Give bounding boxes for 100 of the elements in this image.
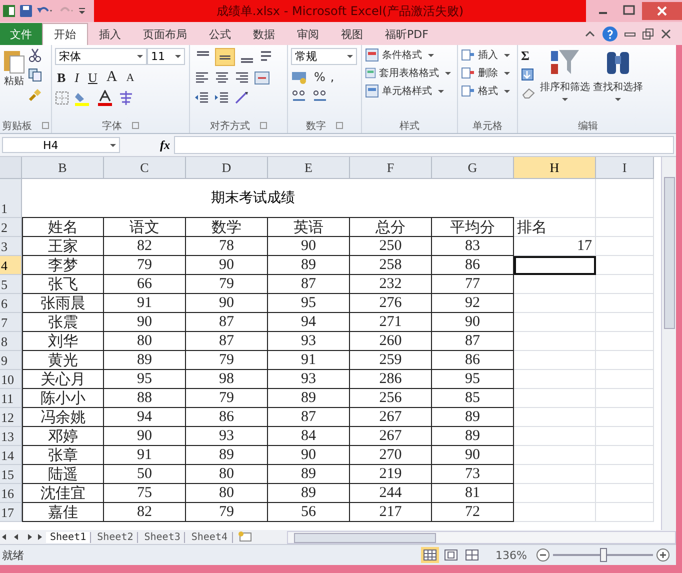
table-cell[interactable]	[596, 179, 654, 218]
column-header[interactable]: G	[432, 157, 514, 179]
table-cell[interactable]: 17	[514, 237, 596, 256]
restore-icon[interactable]	[642, 28, 654, 40]
row-header[interactable]: 10	[0, 370, 22, 389]
table-cell[interactable]: 总分	[350, 218, 432, 237]
table-cell[interactable]	[596, 275, 654, 294]
format-button[interactable]: I	[72, 70, 82, 86]
table-cell[interactable]: 80	[186, 465, 268, 484]
zoom-level[interactable]: 136%	[496, 548, 527, 562]
table-cell[interactable]	[596, 256, 654, 275]
column-header[interactable]: H	[514, 157, 596, 179]
eraser-icon[interactable]	[521, 86, 537, 100]
table-cell[interactable]: 95	[432, 370, 514, 389]
table-cell[interactable]: 邓婷	[22, 427, 104, 446]
brush-icon[interactable]	[28, 88, 42, 102]
table-cell[interactable]: 语文	[104, 218, 186, 237]
horizontal-scrollbar[interactable]	[286, 530, 676, 544]
cells-menu-button[interactable]: 删除	[461, 66, 514, 80]
ribbon-tab[interactable]: 审阅	[286, 24, 330, 45]
table-cell[interactable]: 姓名	[22, 218, 104, 237]
column-header[interactable]: C	[104, 157, 186, 179]
table-cell[interactable]: 79	[104, 256, 186, 275]
border-icon[interactable]	[55, 91, 69, 105]
column-header[interactable]: I	[596, 157, 654, 179]
table-cell[interactable]: 82	[104, 237, 186, 256]
sheet-navigation-icon[interactable]	[0, 532, 44, 542]
table-cell[interactable]: 73	[432, 465, 514, 484]
number-format-field[interactable]: 常规	[291, 48, 357, 65]
comma-button[interactable]: ,	[330, 70, 334, 84]
table-cell[interactable]: 89	[268, 465, 350, 484]
table-cell[interactable]: 81	[432, 484, 514, 503]
table-cell[interactable]: 冯余姚	[22, 408, 104, 427]
paste-button[interactable]: 粘贴	[3, 48, 25, 88]
table-cell[interactable]: 80	[186, 484, 268, 503]
table-cell[interactable]: 84	[268, 427, 350, 446]
excel-logo-icon[interactable]	[2, 4, 16, 18]
table-cell[interactable]: 90	[432, 446, 514, 465]
formula-input[interactable]	[174, 136, 674, 154]
table-cell[interactable]: 黄光	[22, 351, 104, 370]
close-icon[interactable]	[660, 28, 672, 40]
table-cell[interactable]	[596, 351, 654, 370]
row-header[interactable]: 15	[0, 465, 22, 484]
table-cell[interactable]: 关心月	[22, 370, 104, 389]
row-header[interactable]: 8	[0, 332, 22, 351]
page-break-icon[interactable]	[462, 547, 481, 563]
table-cell[interactable]: 86	[186, 408, 268, 427]
table-cell[interactable]: 91	[104, 446, 186, 465]
table-cell[interactable]: 张章	[22, 446, 104, 465]
table-cell[interactable]: 259	[350, 351, 432, 370]
table-cell[interactable]: 89	[104, 351, 186, 370]
save-icon[interactable]	[19, 4, 33, 18]
table-cell[interactable]: 90	[268, 446, 350, 465]
table-cell[interactable]: 93	[268, 370, 350, 389]
table-cell[interactable]	[596, 313, 654, 332]
row-header[interactable]: 4	[0, 256, 22, 275]
table-cell[interactable]: 270	[350, 446, 432, 465]
row-header[interactable]: 6	[0, 294, 22, 313]
table-cell[interactable]: 94	[268, 313, 350, 332]
insert-function-button[interactable]: fx	[160, 138, 170, 152]
font-color-icon[interactable]	[97, 90, 113, 106]
column-header[interactable]: E	[268, 157, 350, 179]
table-cell[interactable]: 260	[350, 332, 432, 351]
ribbon-tab[interactable]: 页面布局	[132, 24, 198, 45]
editing-button[interactable]: 排序和筛选	[540, 48, 590, 101]
table-cell[interactable]: 89	[268, 256, 350, 275]
row-header[interactable]: 17	[0, 503, 22, 522]
table-cell[interactable]	[596, 503, 654, 522]
ribbon-tab[interactable]: 数据	[242, 24, 286, 45]
scissors-icon[interactable]	[28, 48, 42, 62]
table-cell[interactable]: 87	[432, 332, 514, 351]
table-cell[interactable]: 286	[350, 370, 432, 389]
table-cell[interactable]	[596, 484, 654, 503]
table-cell[interactable]	[514, 294, 596, 313]
table-cell[interactable]: 258	[350, 256, 432, 275]
table-cell[interactable]: 90	[432, 313, 514, 332]
sheet-tab[interactable]: Sheet1	[46, 532, 92, 542]
font-size-button[interactable]: A	[104, 69, 120, 86]
table-cell[interactable]: 92	[432, 294, 514, 313]
table-cell[interactable]	[596, 218, 654, 237]
column-header[interactable]: B	[22, 157, 104, 179]
font-size-button[interactable]: A	[124, 72, 136, 84]
table-cell[interactable]: 89	[432, 427, 514, 446]
table-cell[interactable]: 嘉佳	[22, 503, 104, 522]
launcher-icon[interactable]	[260, 122, 267, 129]
editing-button[interactable]: 查找和选择	[593, 48, 643, 101]
table-cell[interactable]: 87	[268, 408, 350, 427]
table-cell[interactable]: 陈小小	[22, 389, 104, 408]
cells-menu-button[interactable]: 格式	[461, 84, 514, 98]
table-cell[interactable]: 77	[432, 275, 514, 294]
table-cell[interactable]	[596, 370, 654, 389]
table-cell[interactable]: 89	[432, 408, 514, 427]
table-cell[interactable]: 80	[104, 332, 186, 351]
increase-decimal-icon[interactable]	[291, 89, 307, 103]
table-cell[interactable]: 90	[268, 237, 350, 256]
table-cell[interactable]: 271	[350, 313, 432, 332]
table-cell[interactable]: 91	[104, 294, 186, 313]
percent-button[interactable]: %	[314, 70, 326, 84]
font-name-field[interactable]: 宋体	[55, 48, 147, 65]
table-cell[interactable]: 232	[350, 275, 432, 294]
